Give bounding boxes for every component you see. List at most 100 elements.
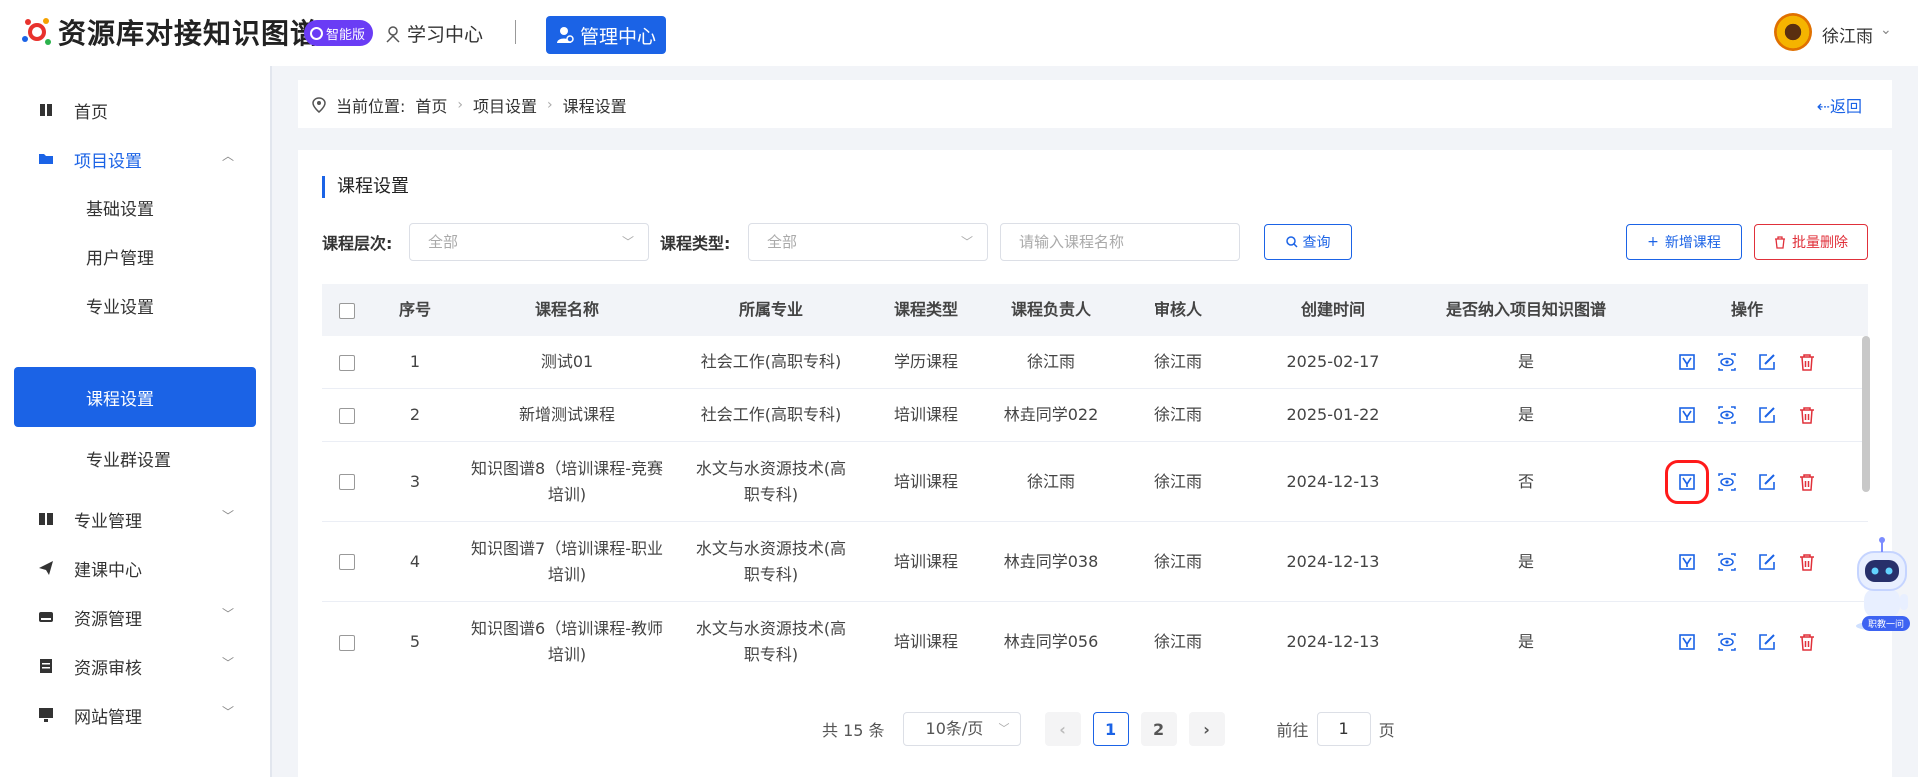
chevron-down-icon: ﹀ — [998, 722, 1010, 735]
knowledge-graph-icon[interactable] — [1676, 631, 1698, 653]
breadcrumb-project-settings[interactable]: 项目设置 — [473, 93, 537, 117]
book-icon — [40, 104, 52, 116]
preview-eye-icon[interactable] — [1716, 351, 1738, 373]
sidebar-item-major-settings[interactable]: 专业设置 — [14, 277, 256, 333]
row-checkbox[interactable] — [339, 554, 355, 570]
next-page-button[interactable]: › — [1188, 712, 1225, 746]
row-no: 4 — [409, 551, 421, 571]
knowledge-graph-icon[interactable] — [1676, 404, 1698, 426]
query-button[interactable]: 查询 — [1264, 224, 1352, 260]
sidebar-item-label: 专业设置 — [86, 297, 154, 318]
edit-icon[interactable] — [1756, 351, 1778, 373]
add-course-button[interactable]: + 新增课程 — [1626, 224, 1742, 260]
folder-open-icon — [39, 154, 53, 164]
course-level-label: 课程层次: — [322, 234, 393, 253]
page-1-button[interactable]: 1 — [1092, 712, 1129, 746]
row-no: 5 — [409, 632, 421, 651]
sidebar-item-home[interactable]: 首页 — [14, 82, 256, 138]
row-major: 水文与水资源技术(高职专科) — [695, 458, 847, 504]
course-type-select[interactable]: 全部 ﹀ — [748, 223, 988, 261]
course-type-label: 课程类型: — [660, 234, 731, 253]
avatar[interactable] — [1774, 13, 1812, 51]
row-checkbox[interactable] — [339, 474, 355, 490]
user-name[interactable]: 徐江雨 — [1822, 22, 1873, 47]
header-no: 序号 — [398, 300, 431, 319]
nav-management-center[interactable]: 管理中心 — [546, 16, 666, 54]
goto-page-input[interactable]: 1 — [1316, 712, 1371, 746]
preview-eye-icon[interactable] — [1716, 471, 1738, 493]
preview-eye-icon[interactable] — [1716, 404, 1738, 426]
breadcrumb-home[interactable]: 首页 — [415, 93, 447, 117]
table-scrollbar[interactable] — [1862, 336, 1870, 492]
knowledge-graph-icon[interactable] — [1676, 551, 1698, 573]
prev-page-button[interactable]: ‹ — [1044, 712, 1081, 746]
preview-eye-icon[interactable] — [1716, 551, 1738, 573]
nav-learning-center-label: 学习中心 — [407, 24, 484, 46]
row-reviewer: 徐江雨 — [1153, 352, 1202, 371]
row-actions — [1626, 404, 1868, 426]
back-link[interactable]: ⇠返回 — [1817, 93, 1862, 117]
delete-icon[interactable] — [1796, 471, 1818, 493]
sidebar-item-resource-management[interactable]: 资源管理 ﹀ — [14, 589, 256, 645]
monitor-icon — [39, 708, 53, 722]
select-all-cell — [322, 297, 372, 323]
row-course-type: 学历课程 — [893, 352, 958, 371]
select-all-checkbox[interactable] — [339, 302, 355, 319]
edit-icon[interactable] — [1756, 404, 1778, 426]
sidebar-item-course-building[interactable]: 建课中心 — [14, 540, 256, 596]
sidebar-item-user-management[interactable]: 用户管理 — [14, 228, 256, 284]
row-in-graph: 否 — [1517, 471, 1534, 491]
delete-icon[interactable] — [1796, 404, 1818, 426]
chevron-down-icon[interactable]: ⌄ — [1880, 22, 1892, 38]
delete-icon[interactable] — [1796, 551, 1818, 573]
drive-icon — [39, 612, 53, 622]
course-name-input[interactable]: 请输入课程名称 — [1000, 223, 1240, 261]
sidebar-item-course-settings[interactable]: 课程设置 — [14, 367, 256, 427]
row-no: 3 — [409, 471, 421, 491]
row-owner: 徐江雨 — [1026, 471, 1075, 491]
breadcrumb: 当前位置: 首页 › 项目设置 › 课程设置 — [312, 93, 627, 117]
row-actions — [1626, 459, 1868, 504]
sidebar-item-basic-settings[interactable]: 基础设置 — [14, 179, 256, 235]
ai-icon — [310, 26, 323, 40]
knowledge-graph-icon[interactable] — [1676, 351, 1698, 373]
course-level-select[interactable]: 全部 ﹀ — [409, 223, 649, 261]
row-checkbox[interactable] — [339, 354, 355, 371]
page-2-button[interactable]: 2 — [1140, 712, 1177, 746]
sidebar-item-label: 网站管理 — [74, 707, 142, 728]
sidebar-item-major-group-settings[interactable]: 专业群设置 — [14, 430, 256, 486]
delete-icon[interactable] — [1796, 351, 1818, 373]
course-table: 序号 课程名称 所属专业 课程类型 课程负责人 审核人 创建时间 是否纳入项目知… — [322, 284, 1868, 682]
add-course-label: 新增课程 — [1664, 235, 1721, 251]
edit-icon[interactable] — [1756, 631, 1778, 653]
sidebar-item-major-management[interactable]: 专业管理 ﹀ — [14, 491, 256, 547]
sidebar-item-label: 专业群设置 — [86, 450, 171, 471]
header-in-graph: 是否纳入项目知识图谱 — [1445, 300, 1606, 319]
assistant-label[interactable]: 职教一问 — [1862, 616, 1911, 631]
sidebar-item-label: 资源审核 — [74, 658, 142, 679]
row-reviewer: 徐江雨 — [1153, 551, 1202, 571]
batch-delete-button[interactable]: 批量删除 — [1754, 224, 1868, 260]
sidebar-item-website-management[interactable]: 网站管理 ﹀ — [14, 687, 256, 743]
sidebar-item-label: 建课中心 — [74, 560, 142, 581]
row-in-graph: 是 — [1517, 632, 1534, 651]
preview-eye-icon[interactable] — [1716, 631, 1738, 653]
sidebar-item-resource-review[interactable]: 资源审核 ﹀ — [14, 638, 256, 694]
row-created: 2025-01-22 — [1286, 405, 1380, 424]
row-checkbox[interactable] — [339, 634, 355, 651]
page-size-select[interactable]: 10条/页 ﹀ — [902, 712, 1021, 746]
pagination-total: 共 15 条 — [822, 721, 885, 740]
nav-learning-center[interactable]: 学习中心 — [385, 20, 483, 47]
nav-divider — [515, 20, 516, 44]
knowledge-graph-icon[interactable] — [1665, 459, 1709, 504]
row-checkbox[interactable] — [339, 407, 355, 424]
row-owner: 林垚同学056 — [1003, 632, 1099, 651]
edit-icon[interactable] — [1756, 471, 1778, 493]
breadcrumb-prefix: 当前位置: — [336, 97, 406, 116]
delete-icon[interactable] — [1796, 631, 1818, 653]
edit-icon[interactable] — [1756, 551, 1778, 573]
row-course-type: 培训课程 — [893, 632, 958, 651]
row-created: 2024-12-13 — [1286, 471, 1380, 491]
chevron-down-icon: ﹀ — [221, 607, 234, 621]
row-in-graph: 是 — [1517, 551, 1534, 571]
